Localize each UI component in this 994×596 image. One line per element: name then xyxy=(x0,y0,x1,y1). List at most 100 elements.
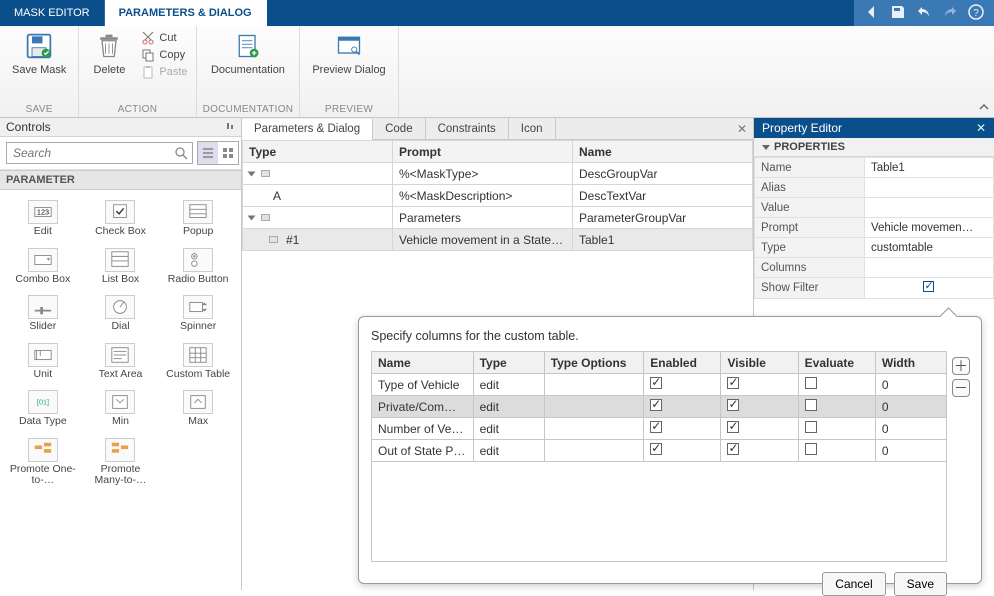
params-row[interactable]: A%<MaskDescription>DescTextVar xyxy=(243,185,753,207)
checkbox[interactable] xyxy=(805,421,817,433)
control-label: Promote Many-to-… xyxy=(85,464,155,487)
redo-icon[interactable] xyxy=(942,4,958,23)
control-item[interactable]: Promote One-to-… xyxy=(4,436,82,489)
control-label: Combo Box xyxy=(15,274,70,286)
search-input[interactable] xyxy=(6,142,193,164)
tab-parameters-dialog[interactable]: PARAMETERS & DIALOG xyxy=(105,0,267,26)
params-col-name[interactable]: Name xyxy=(573,141,753,163)
checkbox[interactable] xyxy=(727,443,739,455)
property-row[interactable]: Show Filter xyxy=(755,278,994,299)
documentation-button[interactable]: Documentation xyxy=(205,30,291,78)
titlebar-actions: ? xyxy=(854,0,994,26)
control-icon: 123 xyxy=(28,200,58,224)
columns-header[interactable]: Type Options xyxy=(544,352,644,374)
property-row[interactable]: NameTable1 xyxy=(755,158,994,178)
control-item[interactable]: List Box xyxy=(82,246,160,288)
tab-params-dialog[interactable]: Parameters & Dialog xyxy=(242,119,373,140)
property-row[interactable]: PromptVehicle movemen… xyxy=(755,218,994,238)
columns-header[interactable]: Width xyxy=(875,352,946,374)
view-grid-button[interactable] xyxy=(218,142,238,164)
control-item[interactable]: 123Edit xyxy=(4,198,82,240)
control-label: Check Box xyxy=(95,226,146,238)
remove-row-button[interactable]: － xyxy=(952,379,970,397)
control-item[interactable]: Radio Button xyxy=(159,246,237,288)
checkbox[interactable] xyxy=(650,443,662,455)
preview-dialog-button[interactable]: Preview Dialog xyxy=(306,30,391,78)
checkbox[interactable] xyxy=(727,399,739,411)
property-row[interactable]: Columns xyxy=(755,258,994,278)
view-list-button[interactable] xyxy=(198,142,218,164)
property-editor-close[interactable]: ✕ xyxy=(976,121,986,135)
ribbon-collapse-button[interactable] xyxy=(974,26,994,117)
columns-row[interactable]: Private/Com…edit0 xyxy=(372,396,947,418)
delete-button[interactable]: Delete xyxy=(85,30,133,78)
property-row[interactable]: Value xyxy=(755,198,994,218)
control-item[interactable]: Spinner xyxy=(159,293,237,335)
columns-row[interactable]: Out of State P…edit0 xyxy=(372,440,947,462)
params-row[interactable]: %<MaskType>DescGroupVar xyxy=(243,163,753,185)
tab-mask-editor[interactable]: MASK EDITOR xyxy=(0,0,105,26)
columns-row[interactable]: Type of Vehicleedit0 xyxy=(372,374,947,396)
ribbon-group-preview-label: PREVIEW xyxy=(325,104,373,115)
control-item[interactable]: Max xyxy=(159,388,237,430)
control-item[interactable]: Text Area xyxy=(82,341,160,383)
properties-section-header[interactable]: PROPERTIES xyxy=(754,138,994,157)
columns-header[interactable]: Type xyxy=(473,352,544,374)
cut-button[interactable]: Cut xyxy=(139,30,189,46)
property-row[interactable]: Typecustomtable xyxy=(755,238,994,258)
tab-close-button[interactable]: ✕ xyxy=(731,122,753,136)
undo-icon[interactable] xyxy=(916,4,932,23)
controls-panel: Controls PARAMETER 123EditCheck BoxPopup… xyxy=(0,118,242,590)
control-icon xyxy=(28,438,58,462)
control-item[interactable]: Dial xyxy=(82,293,160,335)
ribbon-group-save: Save Mask SAVE xyxy=(0,26,79,117)
columns-row[interactable]: Number of Ve…edit0 xyxy=(372,418,947,440)
control-item[interactable]: Combo Box xyxy=(4,246,82,288)
save-icon[interactable] xyxy=(890,4,906,23)
control-item[interactable]: Min xyxy=(82,388,160,430)
params-col-prompt[interactable]: Prompt xyxy=(393,141,573,163)
tab-code[interactable]: Code xyxy=(373,118,426,139)
svg-text:?: ? xyxy=(973,8,979,19)
checkbox[interactable] xyxy=(805,399,817,411)
checkbox[interactable] xyxy=(650,399,662,411)
checkbox[interactable] xyxy=(727,377,739,389)
params-col-type[interactable]: Type xyxy=(243,141,393,163)
controls-sort-button[interactable] xyxy=(225,120,235,134)
checkbox[interactable] xyxy=(650,377,662,389)
columns-header[interactable]: Visible xyxy=(721,352,798,374)
params-row[interactable]: ParametersParameterGroupVar xyxy=(243,207,753,229)
copy-button[interactable]: Copy xyxy=(139,47,189,63)
checkbox[interactable] xyxy=(805,443,817,455)
checkbox[interactable] xyxy=(805,377,817,389)
tab-icon[interactable]: Icon xyxy=(509,118,556,139)
cancel-button[interactable]: Cancel xyxy=(822,572,885,596)
control-item[interactable]: Slider xyxy=(4,293,82,335)
checkbox[interactable] xyxy=(650,421,662,433)
columns-header[interactable]: Evaluate xyxy=(798,352,875,374)
params-row[interactable]: #1Vehicle movement in a State…Table1 xyxy=(243,229,753,251)
back-icon[interactable] xyxy=(864,4,880,23)
control-item[interactable]: Unit xyxy=(4,341,82,383)
save-mask-button[interactable]: Save Mask xyxy=(6,30,72,78)
control-item[interactable]: [01]Data Type xyxy=(4,388,82,430)
checkbox[interactable] xyxy=(923,281,934,292)
svg-text:[01]: [01] xyxy=(37,398,49,407)
help-icon[interactable]: ? xyxy=(968,4,984,23)
control-item[interactable]: Custom Table xyxy=(159,341,237,383)
control-item[interactable]: Promote Many-to-… xyxy=(82,436,160,489)
columns-header[interactable]: Enabled xyxy=(644,352,721,374)
columns-header[interactable]: Name xyxy=(372,352,474,374)
control-icon xyxy=(183,200,213,224)
control-label: Spinner xyxy=(180,321,216,333)
control-item[interactable]: Check Box xyxy=(82,198,160,240)
add-row-button[interactable]: ＋ xyxy=(952,357,970,375)
property-row[interactable]: Alias xyxy=(755,178,994,198)
control-icon xyxy=(28,343,58,367)
save-button[interactable]: Save xyxy=(894,572,947,596)
checkbox[interactable] xyxy=(727,421,739,433)
ribbon-group-action-label: ACTION xyxy=(118,104,158,115)
tab-constraints[interactable]: Constraints xyxy=(426,118,509,139)
control-item[interactable]: Popup xyxy=(159,198,237,240)
documentation-label: Documentation xyxy=(211,64,285,76)
